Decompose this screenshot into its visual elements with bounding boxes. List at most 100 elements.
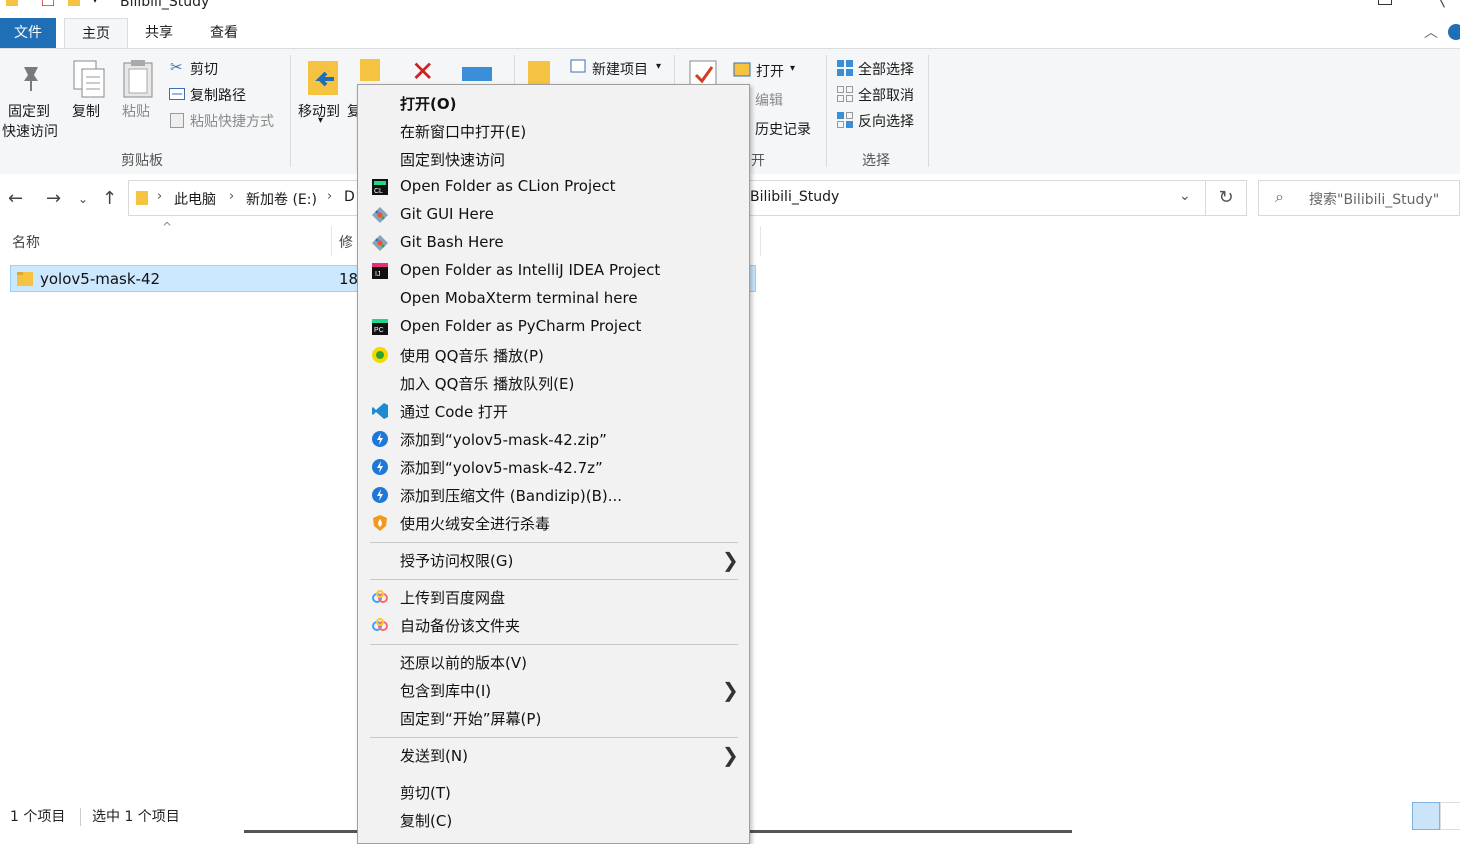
breadcrumb-current-folder[interactable]: Bilibili_Study: [750, 189, 839, 205]
svg-text:CL: CL: [374, 188, 383, 195]
new-item-icon: [570, 59, 586, 73]
context-menu-item[interactable]: 打开(O): [358, 89, 749, 117]
paste-button[interactable]: 粘贴: [122, 101, 150, 121]
select-none-button[interactable]: 全部取消: [858, 85, 914, 105]
context-menu-item-label: 加入 QQ音乐 播放队列(E): [400, 375, 575, 393]
ribbon-separator: [928, 55, 929, 167]
context-menu-item-label: 固定到快速访问: [400, 151, 506, 169]
details-view-icon[interactable]: [1412, 802, 1440, 830]
context-menu-item[interactable]: 固定到“开始”屏幕(P): [358, 704, 749, 732]
context-menu-item-label: Git Bash Here: [400, 233, 504, 251]
context-menu-item[interactable]: 自动备份该文件夹: [358, 611, 749, 639]
paste-shortcut-button[interactable]: 粘贴快捷方式: [190, 111, 274, 131]
breadcrumb-chevron-icon[interactable]: ›: [327, 189, 332, 204]
refresh-icon[interactable]: ↻: [1206, 180, 1247, 216]
context-menu-item[interactable]: 发送到(N) ❯: [358, 741, 749, 769]
context-menu-item[interactable]: 添加到“yolov5-mask-42.7z”: [358, 453, 749, 481]
tab-view[interactable]: 查看: [194, 18, 254, 48]
context-menu-item[interactable]: 上传到百度网盘: [358, 583, 749, 611]
context-menu-item[interactable]: 在新窗口中打开(E): [358, 117, 749, 145]
forward-arrow-icon[interactable]: →: [46, 188, 61, 209]
address-dropdown-icon[interactable]: ⌄: [1179, 188, 1191, 204]
pycharm-icon: PC: [372, 319, 388, 335]
tab-file[interactable]: 文件: [0, 18, 56, 48]
cut-button[interactable]: 剪切: [190, 59, 218, 79]
context-menu-item[interactable]: 添加到“yolov5-mask-42.zip”: [358, 425, 749, 453]
context-menu-item[interactable]: IJ Open Folder as IntelliJ IDEA Project: [358, 257, 749, 285]
collapse-ribbon-icon[interactable]: ︿: [1424, 22, 1438, 42]
invert-selection-button[interactable]: 反向选择: [858, 111, 914, 131]
search-input[interactable]: ⌕ 搜索"Bilibili_Study": [1258, 180, 1460, 216]
title-bar: ▾ Bilibili_Study ╲: [0, 0, 1460, 18]
breadcrumb-this-pc[interactable]: 此电脑: [174, 189, 216, 209]
maximize-icon[interactable]: [1378, 0, 1392, 5]
bandizip-icon: [372, 487, 388, 503]
tab-home[interactable]: 主页: [64, 18, 128, 49]
select-all-button[interactable]: 全部选择: [858, 59, 914, 79]
menu-separator: [370, 579, 738, 580]
ribbon-separator: [290, 55, 291, 167]
baidu-netdisk-icon: [372, 590, 388, 603]
pin-quick-access-button[interactable]: 固定到: [8, 101, 50, 121]
context-menu-item[interactable]: Git Bash Here: [358, 229, 749, 257]
back-arrow-icon[interactable]: ←: [8, 188, 23, 209]
copy-button[interactable]: 复制: [72, 101, 100, 121]
search-icon: ⌕: [1275, 187, 1284, 206]
breadcrumb-chevron-icon[interactable]: ›: [229, 189, 234, 204]
context-menu-item[interactable]: 包含到库中(I) ❯: [358, 676, 749, 704]
context-menu-item[interactable]: 授予访问权限(G) ❯: [358, 546, 749, 574]
open-button[interactable]: 打开: [756, 61, 784, 81]
submenu-arrow-icon: ❯: [722, 678, 739, 702]
context-menu-item[interactable]: Open MobaXterm terminal here: [358, 285, 749, 313]
column-divider[interactable]: [331, 226, 332, 256]
svg-text:PC: PC: [374, 327, 384, 334]
open-dropdown-icon[interactable]: ▾: [790, 63, 795, 74]
close-icon[interactable]: ╲: [1436, 0, 1444, 8]
context-menu-item-label: 打开(O): [400, 95, 457, 113]
context-menu-item-label: 在新窗口中打开(E): [400, 123, 527, 141]
context-menu-item[interactable]: Git GUI Here: [358, 201, 749, 229]
context-menu-item[interactable]: 使用 QQ音乐 播放(P): [358, 341, 749, 369]
help-icon[interactable]: [1448, 24, 1460, 40]
breadcrumb-d-folder[interactable]: D: [344, 189, 355, 205]
ribbon-tabs: 文件 主页 共享 查看 ︿: [0, 18, 1460, 49]
context-menu-item-label: Open Folder as CLion Project: [400, 177, 616, 195]
new-folder-icon[interactable]: [68, 0, 80, 6]
move-to-dropdown-icon[interactable]: ▾: [318, 115, 323, 126]
large-icons-view-icon[interactable]: [1440, 802, 1460, 830]
breadcrumb-drive-e[interactable]: 新加卷 (E:): [246, 189, 317, 209]
tab-share[interactable]: 共享: [130, 18, 188, 48]
recent-locations-icon[interactable]: ⌄: [78, 192, 88, 206]
edit-button[interactable]: 编辑: [755, 90, 783, 110]
context-menu-item[interactable]: 还原以前的版本(V): [358, 648, 749, 676]
context-menu-item-label: 自动备份该文件夹: [400, 617, 521, 635]
context-menu-item[interactable]: PC Open Folder as PyCharm Project: [358, 313, 749, 341]
column-name-header[interactable]: 名称: [12, 232, 40, 252]
column-date-header[interactable]: 修: [339, 232, 353, 252]
folder-icon: [17, 272, 33, 286]
quick-access-dropdown-icon[interactable]: ▾: [92, 0, 98, 6]
new-item-dropdown-icon[interactable]: ▾: [656, 61, 661, 72]
context-menu-item[interactable]: 使用火绒安全进行杀毒: [358, 509, 749, 537]
context-menu-item[interactable]: CL Open Folder as CLion Project: [358, 173, 749, 201]
copy-to-icon: [360, 59, 380, 81]
breadcrumb-chevron-icon[interactable]: ›: [157, 189, 162, 204]
baidu-netdisk-icon: [372, 618, 388, 631]
file-name: yolov5-mask-42: [40, 270, 161, 288]
context-menu-item-label: 发送到(N): [400, 747, 468, 765]
context-menu-item[interactable]: 加入 QQ音乐 播放队列(E): [358, 369, 749, 397]
context-menu-item[interactable]: 剪切(T): [358, 778, 749, 806]
context-menu-item[interactable]: 复制(C): [358, 806, 749, 834]
select-all-icon: [837, 60, 853, 76]
context-menu-item[interactable]: 固定到快速访问: [358, 145, 749, 173]
copy-path-button[interactable]: 复制路径: [190, 85, 246, 105]
qqmusic-icon: [372, 347, 388, 363]
context-menu-item[interactable]: 添加到压缩文件 (Bandizip)(B)...: [358, 481, 749, 509]
up-arrow-icon[interactable]: ↑: [102, 188, 117, 209]
context-menu-item[interactable]: 通过 Code 打开: [358, 397, 749, 425]
properties-icon[interactable]: [42, 0, 54, 6]
history-button[interactable]: 历史记录: [755, 119, 811, 139]
rename-icon: [462, 67, 492, 81]
column-divider[interactable]: [760, 226, 761, 256]
new-item-button[interactable]: 新建项目: [592, 59, 648, 79]
